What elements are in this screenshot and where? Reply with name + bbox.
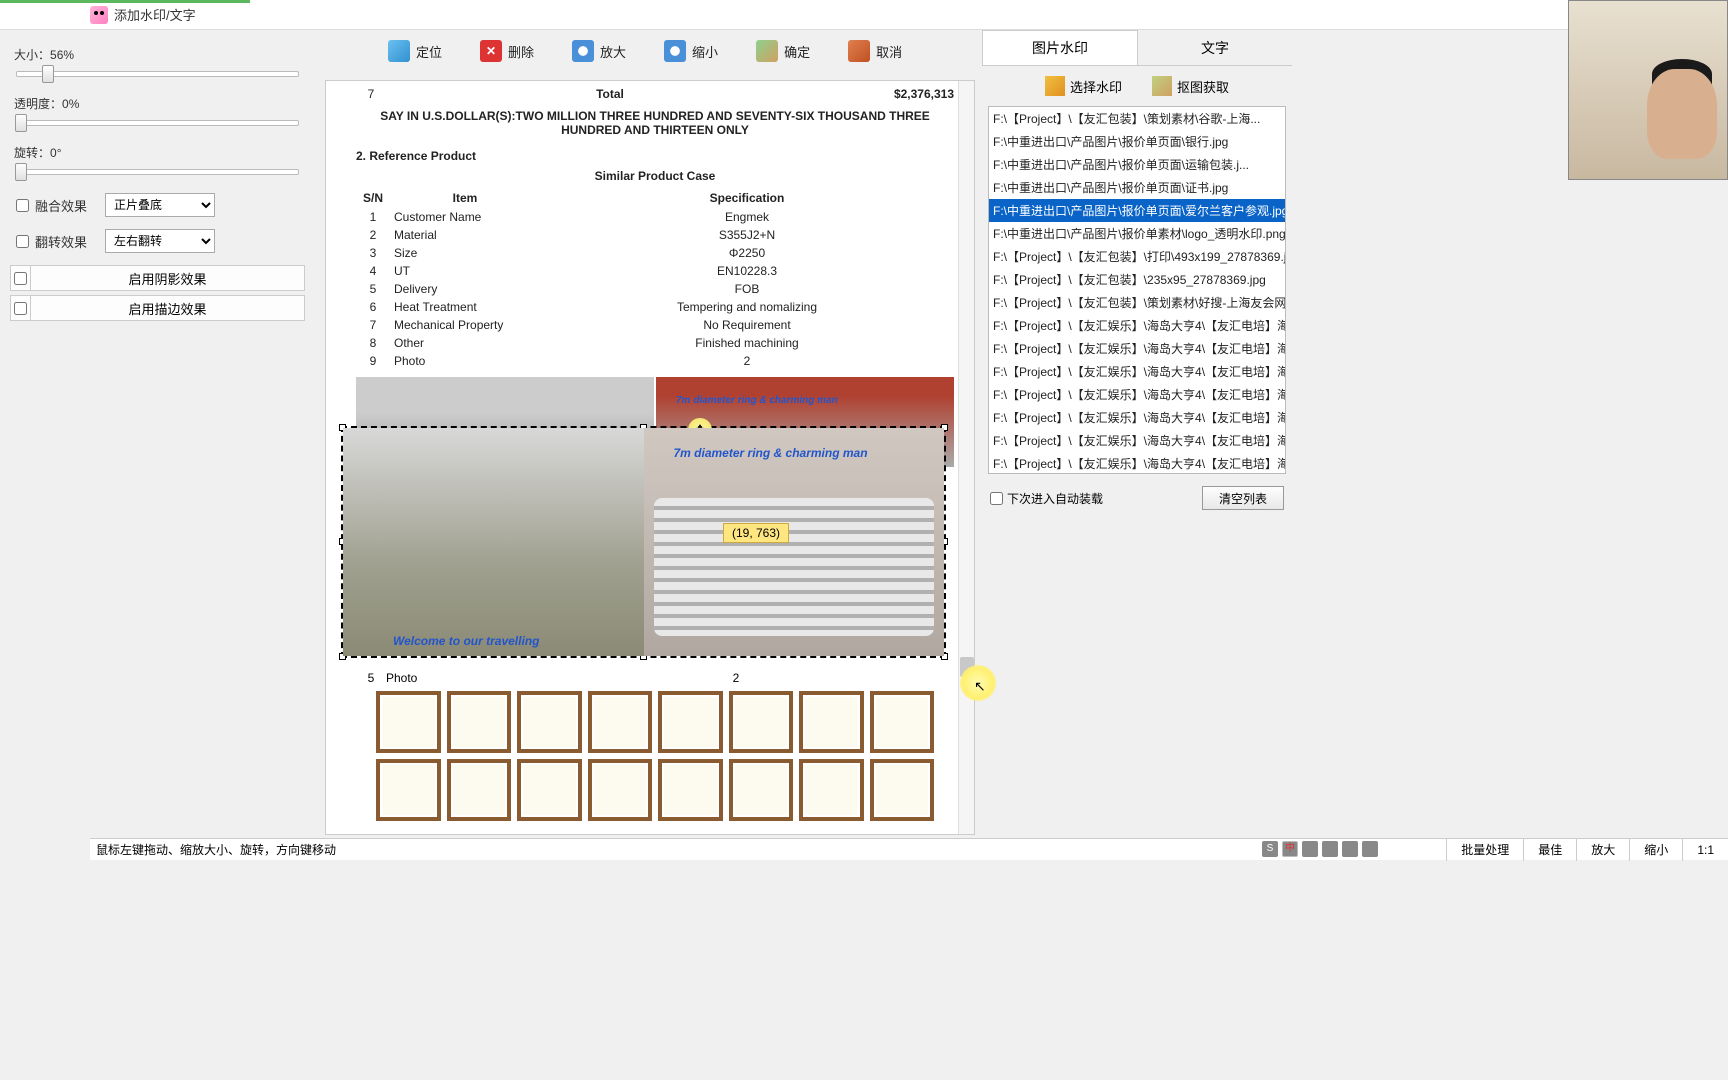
- shadow-toggle[interactable]: 启用阴影效果: [10, 265, 305, 291]
- toolbar: 定位 ✕删除 放大 缩小 确定 取消: [388, 40, 902, 62]
- blend-select[interactable]: 正片叠底: [105, 193, 215, 217]
- ime-keyboard-icon[interactable]: [1342, 841, 1358, 857]
- certificate-grid: [376, 691, 934, 827]
- snip-icon: [1152, 76, 1172, 96]
- ime-lang-icon[interactable]: 中: [1282, 841, 1298, 857]
- similar-title: Similar Product Case: [356, 169, 954, 183]
- flip-select[interactable]: 左右翻转: [105, 229, 215, 253]
- window-title: 添加水印/文字: [114, 5, 196, 24]
- select-watermark-button[interactable]: 选择水印: [1045, 76, 1122, 96]
- zoomout-bottom-button[interactable]: 缩小: [1629, 839, 1682, 861]
- delete-button[interactable]: ✕删除: [480, 40, 534, 62]
- blend-label: 融合效果: [35, 196, 105, 215]
- document-preview: 7 Total $2,376,313 SAY IN U.S.DOLLAR(S):…: [326, 81, 974, 473]
- file-row[interactable]: F:\中重进出口\产品图片\报价单页面\证书.jpg: [989, 176, 1285, 199]
- file-row[interactable]: F:\中重进出口\产品图片\报价单页面\运输包装.j...: [989, 153, 1285, 176]
- locate-button[interactable]: 定位: [388, 40, 442, 62]
- select-icon: [1045, 76, 1065, 96]
- file-row[interactable]: F:\中重进出口\产品图片\报价单素材\logo_透明水印.png: [989, 222, 1285, 245]
- tab-image-watermark[interactable]: 图片水印: [982, 30, 1138, 65]
- titlebar: 添加水印/文字: [0, 0, 1728, 30]
- ime-mode-icon[interactable]: [1302, 841, 1318, 857]
- file-row[interactable]: F:\【Project】\【友汇娱乐】\海岛大亨4\【友汇电培】海岛...: [989, 406, 1285, 429]
- zoomin-bottom-button[interactable]: 放大: [1576, 839, 1629, 861]
- rotate-slider[interactable]: [16, 169, 299, 175]
- file-row[interactable]: F:\【Project】\【友汇包装】\235x95_27878369.jpg: [989, 268, 1285, 291]
- cancel-button[interactable]: 取消: [848, 40, 902, 62]
- watermark-selection[interactable]: ✥ Welcome to our travelling 7m diameter …: [341, 426, 946, 658]
- statusbar: 鼠标左键拖动、缩放大小、旋转，方向键移动 批量处理 最佳 放大 缩小 1:1: [90, 838, 1728, 860]
- rotate-value: 0°: [50, 146, 61, 160]
- reference-heading: 2. Reference Product: [356, 149, 954, 163]
- file-row[interactable]: F:\中重进出口\产品图片\报价单页面\银行.jpg: [989, 130, 1285, 153]
- file-row[interactable]: F:\【Project】\【友汇娱乐】\海岛大亨4\【友汇电培】海岛...: [989, 429, 1285, 452]
- opacity-slider[interactable]: [16, 120, 299, 126]
- file-row[interactable]: F:\【Project】\【友汇包装】\打印\493x199_27878369.…: [989, 245, 1285, 268]
- opacity-value: 0%: [62, 97, 79, 111]
- ratio-button[interactable]: 1:1: [1682, 839, 1728, 861]
- left-panel: 大小：56% 透明度：0% 旋转：0° 融合效果 正片叠底 翻转效果 左右翻转 …: [0, 30, 315, 341]
- tab-text[interactable]: 文字: [1138, 30, 1292, 65]
- file-list[interactable]: F:\【Project】\【友汇包装】\策划素材\谷歌-上海...F:\中重进出…: [988, 106, 1286, 474]
- selected-photo-right: 7m diameter ring & charming man: [644, 428, 945, 656]
- cancel-icon: [848, 40, 870, 62]
- right-panel: 图片水印 文字 选择水印 抠图获取 F:\【Project】\【友汇包装】\策划…: [982, 30, 1292, 522]
- webcam-overlay: [1568, 0, 1728, 180]
- delete-icon: ✕: [480, 40, 502, 62]
- bestfit-button[interactable]: 最佳: [1523, 839, 1576, 861]
- snip-watermark-button[interactable]: 抠图获取: [1152, 76, 1229, 96]
- sogou-icon[interactable]: S: [1262, 841, 1278, 857]
- ime-punct-icon[interactable]: [1322, 841, 1338, 857]
- file-row[interactable]: F:\【Project】\【友汇娱乐】\海岛大亨4\【友汇电培】海岛...: [989, 360, 1285, 383]
- selected-photo-left: Welcome to our travelling: [343, 428, 644, 656]
- file-row[interactable]: F:\【Project】\【友汇包装】\策划素材\谷歌-上海...: [989, 107, 1285, 130]
- flip-checkbox[interactable]: [16, 235, 29, 248]
- zoomin-button[interactable]: 放大: [572, 40, 626, 62]
- auto-load-checkbox[interactable]: 下次进入自动装载: [990, 490, 1103, 507]
- cursor-icon: ↖: [974, 678, 986, 695]
- file-row[interactable]: F:\中重进出口\产品图片\报价单页面\爱尔兰客户参观.jpg: [989, 199, 1285, 222]
- coordinate-tooltip: (19, 763): [723, 523, 789, 543]
- flip-label: 翻转效果: [35, 232, 105, 251]
- file-row[interactable]: F:\【Project】\【友汇娱乐】\海岛大亨4\【友汇电培】海岛...: [989, 337, 1285, 360]
- stroke-toggle[interactable]: 启用描边效果: [10, 295, 305, 321]
- amount-words: SAY IN U.S.DOLLAR(S):TWO MILLION THREE H…: [356, 109, 954, 137]
- ime-tray: S 中: [1262, 838, 1378, 860]
- canvas[interactable]: 7 Total $2,376,313 SAY IN U.S.DOLLAR(S):…: [325, 80, 975, 835]
- blend-checkbox[interactable]: [16, 199, 29, 212]
- opacity-label: 透明度：: [14, 97, 62, 111]
- status-hint: 鼠标左键拖动、缩放大小、旋转，方向键移动: [90, 841, 1446, 858]
- zoomin-icon: [572, 40, 594, 62]
- confirm-icon: [756, 40, 778, 62]
- batch-button[interactable]: 批量处理: [1446, 839, 1523, 861]
- app-icon: [90, 6, 108, 24]
- file-row[interactable]: F:\【Project】\【友汇娱乐】\海岛大亨4\【友汇电培】海岛...: [989, 383, 1285, 406]
- locate-icon: [388, 40, 410, 62]
- zoomout-icon: [664, 40, 686, 62]
- size-label: 大小：: [14, 48, 50, 62]
- ime-settings-icon[interactable]: [1362, 841, 1378, 857]
- scrollbar-vertical[interactable]: [958, 81, 974, 834]
- file-row[interactable]: F:\【Project】\【友汇包装】\策划素材\好搜-上海友会网络...: [989, 291, 1285, 314]
- clear-list-button[interactable]: 清空列表: [1202, 486, 1284, 510]
- file-row[interactable]: F:\【Project】\【友汇娱乐】\海岛大亨4\【友汇电培】海岛...: [989, 314, 1285, 337]
- file-row[interactable]: F:\【Project】\【友汇娱乐】\海岛大亨4\【友汇电培】海岛...: [989, 452, 1285, 474]
- size-value: 56%: [50, 48, 74, 62]
- zoomout-button[interactable]: 缩小: [664, 40, 718, 62]
- product-table: S/NItemSpecification 1Customer NameEngme…: [356, 189, 954, 371]
- size-slider[interactable]: [16, 71, 299, 77]
- rotate-label: 旋转：: [14, 146, 50, 160]
- confirm-button[interactable]: 确定: [756, 40, 810, 62]
